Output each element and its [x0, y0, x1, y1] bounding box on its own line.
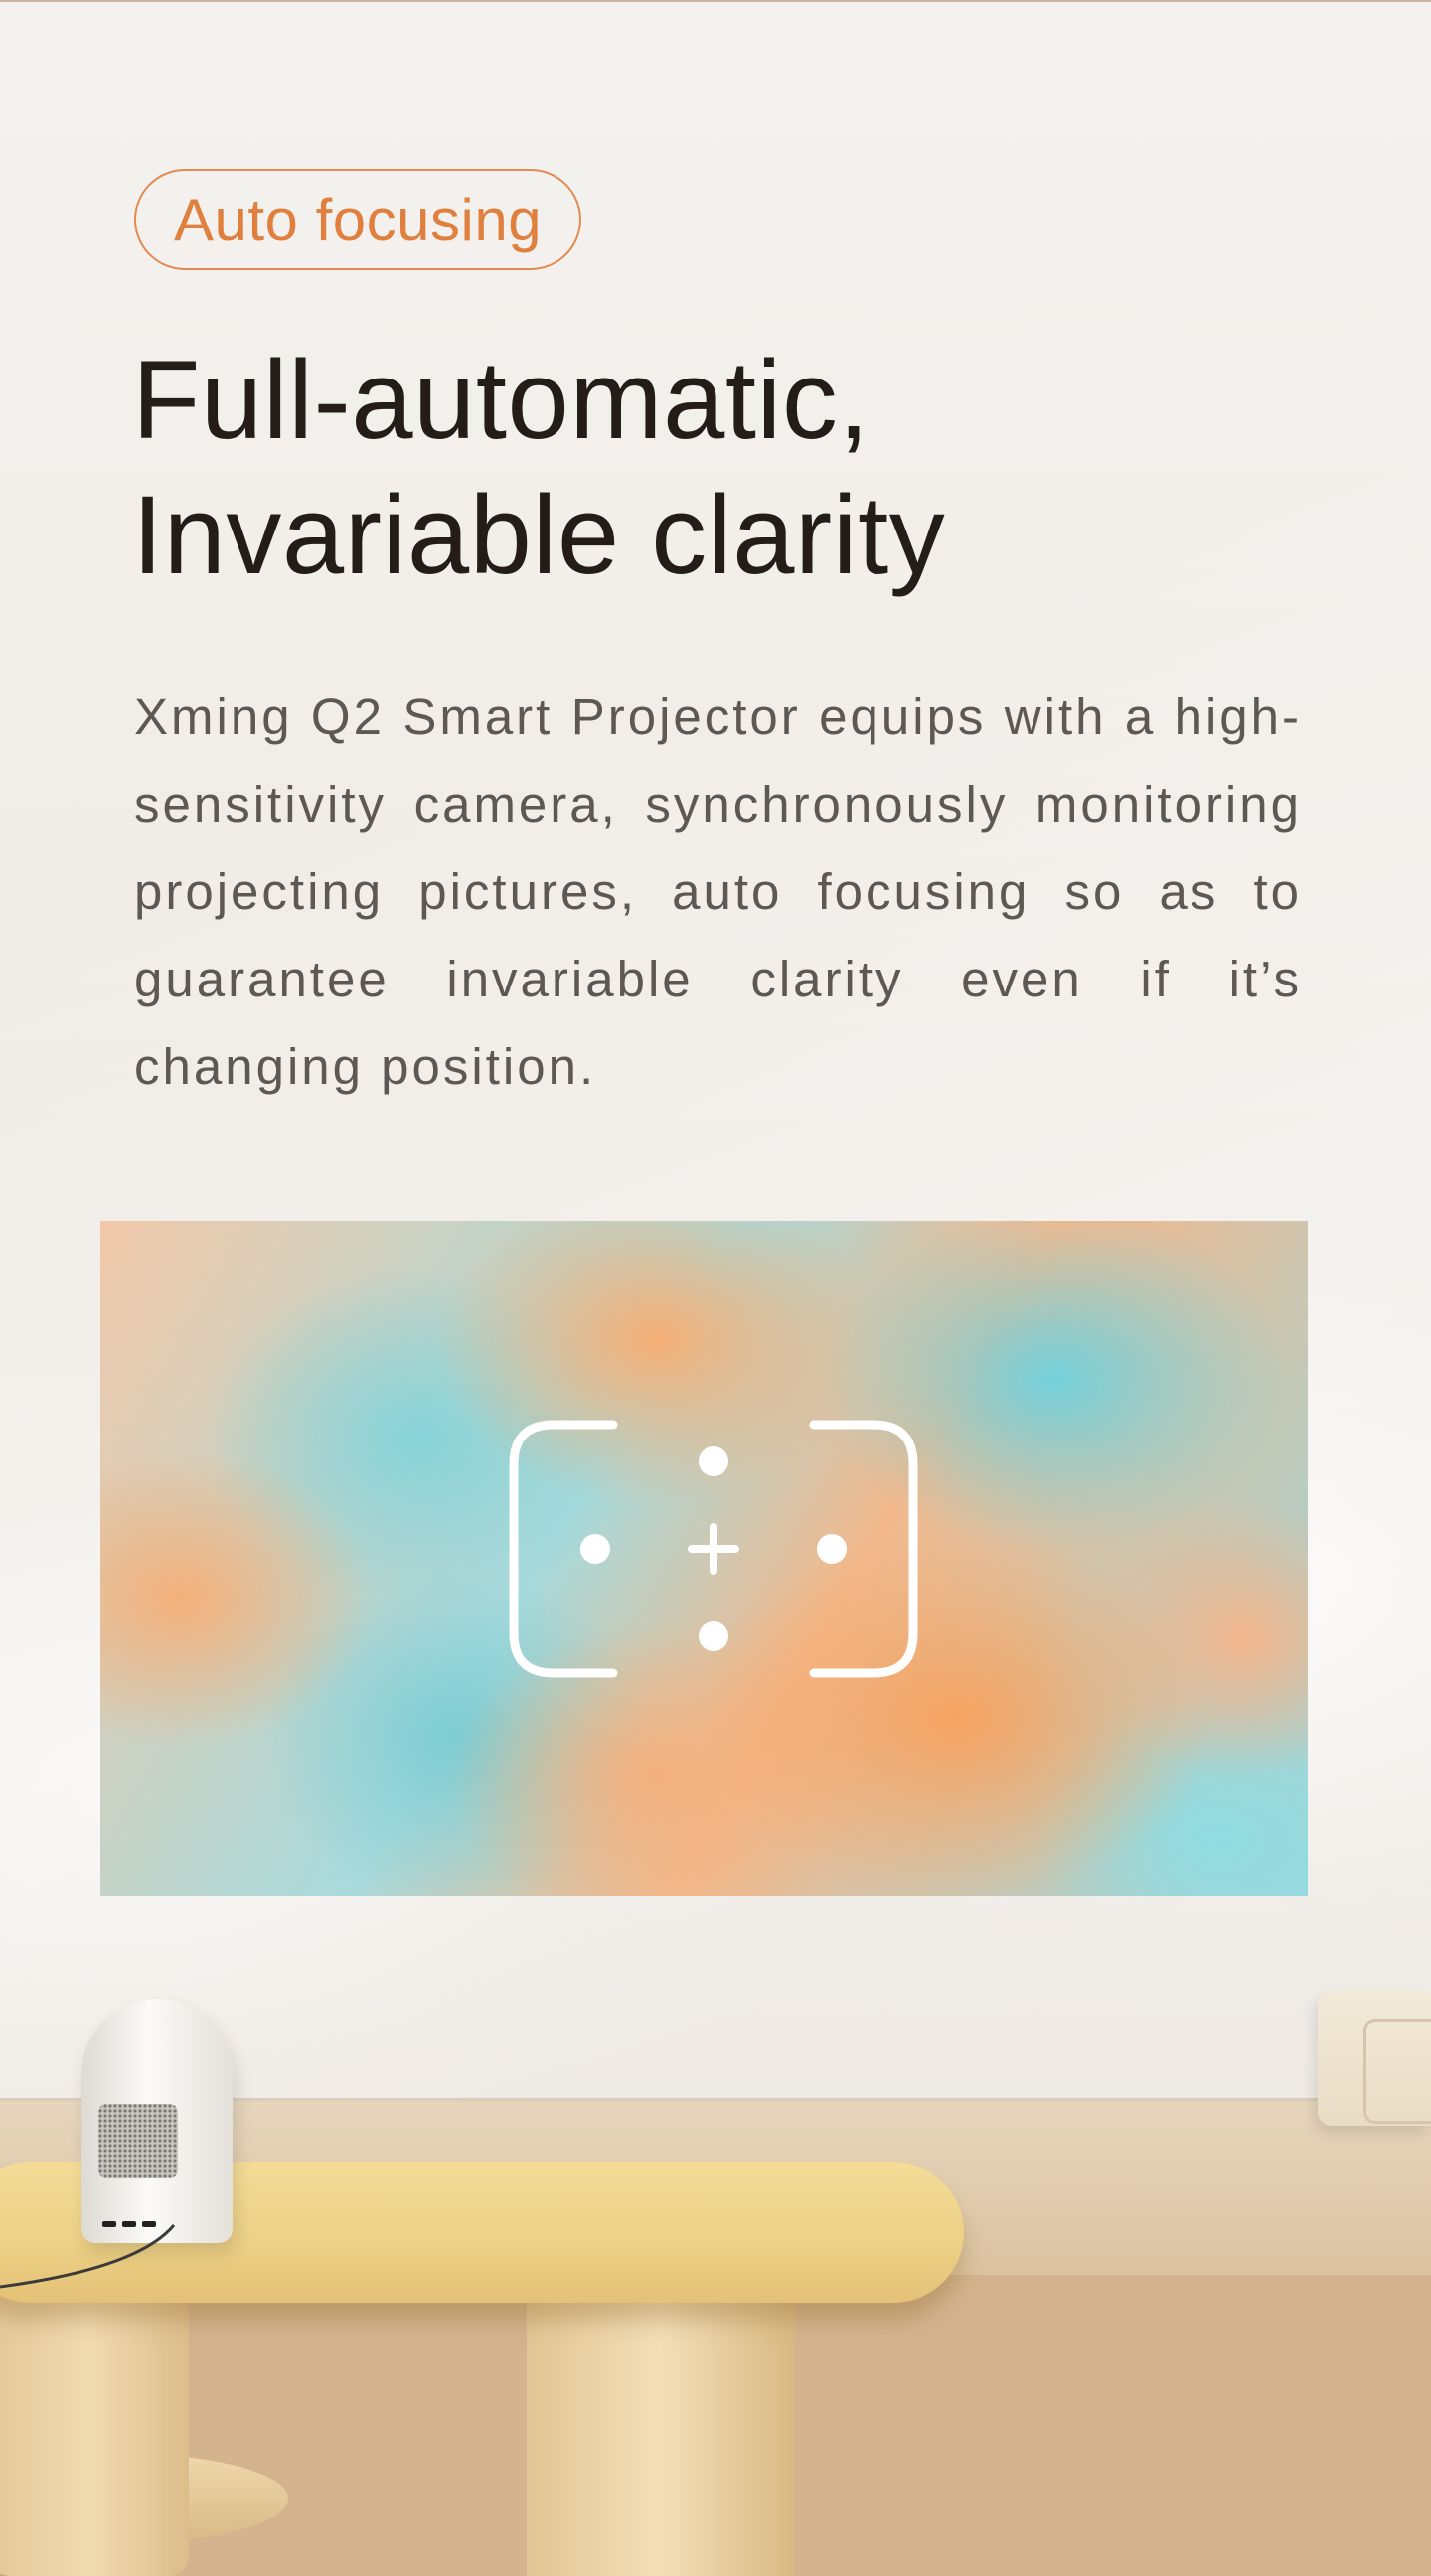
title-line-2: Invariable clarity — [132, 473, 946, 597]
feature-tag-label: Auto focusing — [174, 186, 543, 253]
top-divider — [0, 0, 1431, 2]
title-line-1: Full-automatic, — [132, 338, 870, 462]
auto-focus-icon — [509, 1420, 918, 1678]
power-cable — [0, 2224, 176, 2289]
speaker-grille — [98, 2104, 178, 2178]
feature-tag: Auto focusing — [134, 169, 582, 270]
table-leg-right — [527, 2285, 795, 2576]
projected-image — [100, 1221, 1308, 1896]
page-title: Full-automatic, Invariable clarity — [132, 333, 1325, 603]
table-leg-left — [0, 2285, 189, 2576]
side-cabinet-panel — [1363, 2019, 1431, 2124]
feature-description: Xming Q2 Smart Projector equips with a h… — [134, 688, 1302, 1095]
